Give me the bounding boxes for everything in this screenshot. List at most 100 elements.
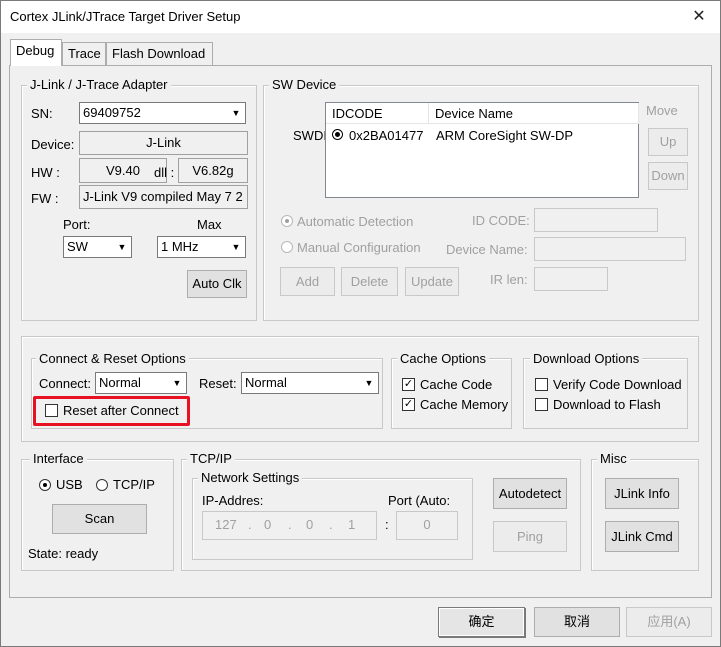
delete-label: Delete bbox=[350, 274, 389, 289]
state-text: State: ready bbox=[28, 546, 99, 561]
ok-label: 确定 bbox=[468, 614, 495, 629]
move-up-button[interactable]: Up bbox=[648, 128, 688, 156]
usb-radio[interactable] bbox=[39, 479, 51, 491]
sn-select[interactable]: 69409752 ▼ bbox=[79, 102, 246, 124]
ir-len-field[interactable] bbox=[534, 267, 608, 291]
manual-configuration-label: Manual Configuration bbox=[297, 240, 421, 255]
cache-code-checkbox[interactable]: ✓ bbox=[402, 378, 415, 391]
hw-value: V9.40 bbox=[106, 163, 140, 178]
connect-value: Normal bbox=[99, 375, 141, 390]
ip-address-field[interactable]: 127 . 0 . 0 . 1 bbox=[202, 511, 377, 540]
id-code-field[interactable] bbox=[534, 208, 658, 232]
ip-dot: . bbox=[288, 517, 292, 532]
device-name-field-label: Device Name: bbox=[446, 242, 528, 257]
sw-device-list[interactable]: IDCODE Device Name 0x2BA01477 ARM CoreSi… bbox=[325, 102, 639, 198]
apply-button[interactable]: 应用(A) bbox=[626, 607, 712, 637]
ping-button[interactable]: Ping bbox=[493, 521, 567, 552]
ip-octet-3: 0 bbox=[306, 517, 314, 532]
ip-octet-4: 1 bbox=[348, 517, 356, 532]
chevron-down-icon: ▼ bbox=[172, 378, 182, 388]
device-value: J-Link bbox=[146, 135, 181, 150]
cache-code-label: Cache Code bbox=[420, 377, 493, 392]
tcpip-radio[interactable] bbox=[96, 479, 108, 491]
download-options-group bbox=[523, 358, 688, 429]
tab-debug[interactable]: Debug bbox=[10, 39, 62, 66]
ir-len-label: IR len: bbox=[490, 272, 528, 287]
add-button[interactable]: Add bbox=[280, 267, 335, 296]
ip-octet-2: 0 bbox=[264, 517, 272, 532]
port-field-value: 0 bbox=[423, 517, 431, 532]
reset-after-connect-label: Reset after Connect bbox=[63, 403, 179, 418]
download-options-group-label: Download Options bbox=[530, 351, 643, 366]
row-idcode: 0x2BA01477 bbox=[349, 128, 424, 143]
down-label: Down bbox=[651, 168, 685, 183]
dialog-window: Cortex JLink/JTrace Target Driver Setup … bbox=[0, 0, 721, 647]
table-row[interactable]: 0x2BA01477 ARM CoreSight SW-DP bbox=[326, 125, 638, 145]
fw-label: FW : bbox=[31, 191, 59, 206]
port-field[interactable]: 0 bbox=[396, 511, 458, 540]
download-to-flash-checkbox[interactable] bbox=[535, 398, 548, 411]
delete-button[interactable]: Delete bbox=[341, 267, 398, 296]
cache-options-group bbox=[391, 358, 512, 429]
autodetect-button[interactable]: Autodetect bbox=[493, 478, 567, 509]
automatic-detection-label: Automatic Detection bbox=[297, 214, 414, 229]
jlink-cmd-button[interactable]: JLink Cmd bbox=[605, 521, 679, 552]
apply-label: 应用(A) bbox=[647, 614, 691, 629]
automatic-detection-radio[interactable] bbox=[281, 215, 293, 227]
interface-group-label: Interface bbox=[30, 451, 87, 466]
fw-field: J-Link V9 compiled May 7 2 bbox=[79, 185, 248, 209]
auto-clk-label: Auto Clk bbox=[192, 276, 242, 291]
tcpip-group-label: TCP/IP bbox=[187, 451, 235, 466]
dll-value: V6.82g bbox=[192, 163, 234, 178]
download-to-flash-label: Download to Flash bbox=[553, 397, 661, 412]
jlink-info-button[interactable]: JLink Info bbox=[605, 478, 679, 509]
connect-label: Connect: bbox=[39, 376, 92, 391]
max-select[interactable]: 1 MHz ▼ bbox=[157, 236, 246, 258]
cache-memory-label: Cache Memory bbox=[420, 397, 509, 412]
reset-select[interactable]: Normal ▼ bbox=[241, 372, 379, 394]
device-field: J-Link bbox=[79, 131, 248, 155]
misc-group-label: Misc bbox=[597, 451, 630, 466]
jlink-info-label: JLink Info bbox=[614, 486, 670, 501]
sn-label: SN: bbox=[31, 106, 53, 121]
scan-label: Scan bbox=[84, 511, 115, 526]
connect-select[interactable]: Normal ▼ bbox=[95, 372, 187, 394]
ok-button[interactable]: 确定 bbox=[438, 607, 525, 637]
tab-flash-download[interactable]: Flash Download bbox=[106, 42, 213, 65]
max-value: 1 MHz bbox=[161, 239, 199, 254]
sn-value: 69409752 bbox=[83, 105, 141, 120]
port-select[interactable]: SW ▼ bbox=[63, 236, 132, 258]
move-down-button[interactable]: Down bbox=[648, 162, 688, 190]
chevron-down-icon: ▼ bbox=[231, 108, 241, 118]
verify-code-download-checkbox[interactable] bbox=[535, 378, 548, 391]
usb-label: USB bbox=[56, 477, 83, 492]
sw-device-group-label: SW Device bbox=[269, 77, 340, 92]
port-value: SW bbox=[67, 239, 88, 254]
add-label: Add bbox=[295, 274, 320, 289]
jlink-cmd-label: JLink Cmd bbox=[611, 529, 673, 544]
cancel-button[interactable]: 取消 bbox=[534, 607, 620, 637]
fw-value: J-Link V9 compiled May 7 2 bbox=[83, 189, 243, 204]
tab-trace-label: Trace bbox=[68, 46, 101, 61]
tab-trace[interactable]: Trace bbox=[62, 42, 106, 65]
auto-clk-button[interactable]: Auto Clk bbox=[187, 270, 247, 298]
ip-address-label: IP-Addres: bbox=[202, 493, 264, 508]
scan-button[interactable]: Scan bbox=[52, 504, 147, 534]
dll-field: V6.82g bbox=[178, 158, 248, 183]
autodetect-label: Autodetect bbox=[498, 486, 562, 501]
column-header-device-name[interactable]: Device Name bbox=[429, 103, 639, 124]
tcpip-radio-label: TCP/IP bbox=[113, 477, 155, 492]
close-icon[interactable]: ✕ bbox=[687, 6, 711, 28]
cache-memory-checkbox[interactable]: ✓ bbox=[402, 398, 415, 411]
column-header-idcode[interactable]: IDCODE bbox=[326, 103, 429, 124]
ping-label: Ping bbox=[516, 529, 544, 544]
row-device-name: ARM CoreSight SW-DP bbox=[436, 128, 574, 143]
reset-label: Reset: bbox=[199, 376, 237, 391]
update-button[interactable]: Update bbox=[405, 267, 459, 296]
swdi-label: SWDI bbox=[293, 128, 327, 143]
cancel-label: 取消 bbox=[563, 614, 590, 629]
reset-after-connect-checkbox[interactable] bbox=[45, 404, 58, 417]
idcode-header-label: IDCODE bbox=[332, 106, 383, 121]
device-name-field[interactable] bbox=[534, 237, 686, 261]
manual-configuration-radio[interactable] bbox=[281, 241, 293, 253]
